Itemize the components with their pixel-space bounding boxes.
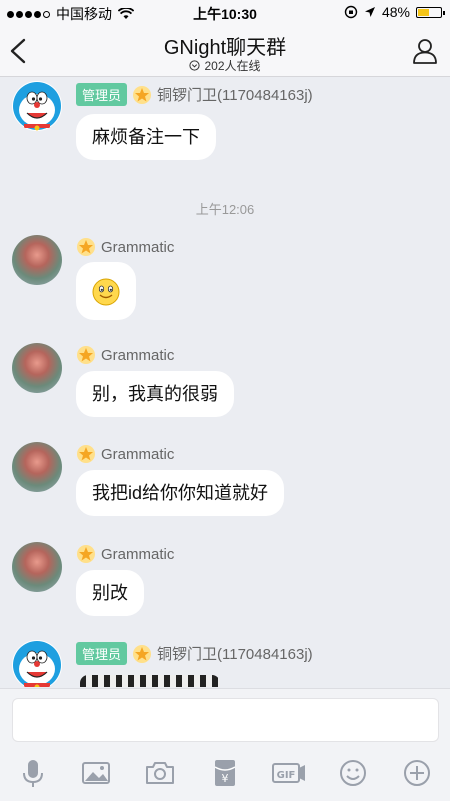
- group-members-button[interactable]: [410, 36, 440, 66]
- status-right: 48%: [344, 4, 445, 20]
- battery-percent: 48%: [381, 4, 410, 20]
- doraemon-avatar-icon: [13, 641, 61, 687]
- message-input[interactable]: [12, 698, 439, 742]
- message-bubble[interactable]: 我把id给你你知道就好: [76, 470, 285, 516]
- sender-name[interactable]: Grammatic: [101, 446, 174, 463]
- red-packet-icon[interactable]: ¥: [207, 755, 243, 791]
- admin-badge: 管理员: [76, 642, 128, 665]
- star-level-icon: [77, 445, 95, 463]
- avatar[interactable]: [12, 542, 62, 592]
- star-level-icon: [133, 85, 152, 104]
- gif-icon[interactable]: GIF: [271, 755, 307, 791]
- sender-name[interactable]: Grammatic: [101, 347, 174, 364]
- message-bubble[interactable]: 别改: [76, 570, 144, 616]
- rotation-lock-icon: [344, 5, 358, 19]
- plus-icon[interactable]: [399, 755, 435, 791]
- avatar[interactable]: [12, 442, 62, 492]
- message-meta: 管理员 铜锣门卫(1170484163j): [76, 83, 313, 106]
- star-level-icon: [77, 545, 95, 563]
- camera-icon[interactable]: [142, 755, 178, 791]
- sender-name[interactable]: Grammatic: [101, 239, 174, 256]
- battery-icon: [416, 6, 445, 18]
- message-meta: Grammatic: [76, 544, 174, 564]
- nav-bar: GNight聊天群 202人在线: [0, 24, 450, 77]
- doraemon-avatar-icon: [13, 82, 61, 131]
- message-timestamp: 上午12:06: [195, 202, 255, 217]
- microphone-icon[interactable]: [15, 755, 51, 791]
- sender-name[interactable]: 铜锣门卫(1170484163j): [157, 643, 313, 664]
- smile-emoji-icon: [92, 278, 120, 306]
- image-icon[interactable]: [78, 755, 114, 791]
- star-level-icon: [133, 644, 152, 663]
- avatar[interactable]: [12, 235, 62, 285]
- chevron-down-circle-icon[interactable]: [189, 60, 201, 71]
- star-level-icon: [77, 238, 95, 256]
- location-arrow-icon: [364, 7, 375, 17]
- online-count-label: 202人在线: [204, 59, 261, 73]
- chat-list[interactable]: 管理员 铜锣门卫(1170484163j) 麻烦备注一下 上午12:06 Gra…: [0, 77, 450, 687]
- message-meta: Grammatic: [76, 444, 174, 464]
- svg-text:GIF: GIF: [277, 770, 296, 781]
- emoji-icon[interactable]: [335, 755, 371, 791]
- avatar[interactable]: [12, 640, 62, 687]
- svg-text:¥: ¥: [222, 772, 229, 785]
- message-bubble[interactable]: [76, 262, 136, 320]
- message-bubble[interactable]: 麻烦备注一下: [76, 114, 216, 160]
- input-area: ¥ GIF: [0, 688, 450, 801]
- status-bar: 中国移动 上午10:30 48%: [0, 0, 450, 24]
- online-count: 202人在线: [0, 57, 450, 74]
- message-bubble[interactable]: 别，我真的很弱: [76, 371, 234, 417]
- sender-name[interactable]: Grammatic: [101, 546, 174, 563]
- message-meta: 管理员 铜锣门卫(1170484163j): [76, 642, 313, 665]
- input-toolbar: ¥ GIF: [0, 755, 450, 795]
- message-meta: Grammatic: [76, 345, 174, 365]
- message-meta: Grammatic: [76, 237, 174, 257]
- star-level-icon: [77, 346, 95, 364]
- image-message-preview[interactable]: [80, 675, 220, 687]
- admin-badge: 管理员: [76, 83, 128, 106]
- avatar[interactable]: [12, 81, 62, 131]
- sender-name[interactable]: 铜锣门卫(1170484163j): [157, 84, 313, 105]
- avatar[interactable]: [12, 343, 62, 393]
- chat-title: GNight聊天群: [163, 37, 287, 59]
